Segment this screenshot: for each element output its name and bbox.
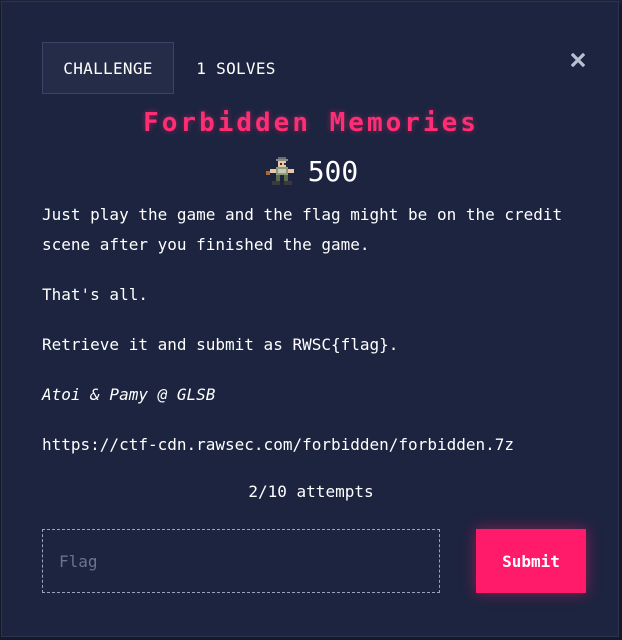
attempts-counter: 2/10 attempts (248, 482, 374, 501)
close-button[interactable] (564, 46, 592, 74)
description-paragraph: Retrieve it and submit as RWSC{flag}. (42, 335, 399, 354)
challenge-modal: CHALLENGE 1 SOLVES Forbidden Memories 50… (1, 1, 619, 637)
challenge-author: Atoi & Pamy @ GLSB (42, 385, 216, 404)
tab-solves-label: 1 SOLVES (196, 58, 276, 78)
flag-input[interactable] (42, 529, 440, 593)
challenge-title: Forbidden Memories (143, 108, 479, 138)
submit-button[interactable]: Submit (476, 529, 586, 593)
points-value: 500 (307, 154, 359, 188)
close-icon (571, 53, 585, 67)
points-row: 500 (2, 152, 620, 190)
pixel-sprite-icon (265, 157, 294, 185)
description-paragraph: Just play the game and the flag might be… (42, 205, 563, 254)
tab-solves[interactable]: 1 SOLVES (174, 42, 298, 94)
description-paragraph: That's all. (42, 285, 148, 304)
tab-challenge[interactable]: CHALLENGE (42, 42, 174, 94)
download-link[interactable]: https://ctf-cdn.rawsec.com/forbidden/for… (42, 430, 602, 460)
tab-challenge-label: CHALLENGE (63, 58, 153, 78)
